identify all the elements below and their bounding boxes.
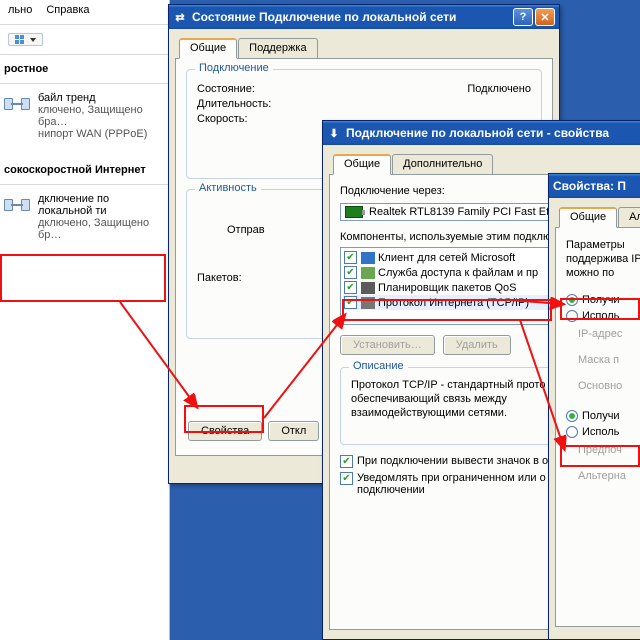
tcpip-properties-window: Свойства: П Общие Аль Параметры поддержи… [548, 173, 640, 640]
titlebar[interactable]: ⬇ Подключение по локальной сети - свойст… [323, 121, 640, 145]
tab-general[interactable]: Общие [559, 207, 617, 228]
group-description: Описание [349, 360, 408, 372]
radio-use-dns[interactable]: Исполь [566, 426, 640, 438]
label-alt-dns: Альтерна [578, 470, 640, 482]
radio-obtain-ip[interactable]: Получи [566, 294, 640, 306]
checkbox-notify[interactable]: ✔ [340, 472, 353, 485]
close-button[interactable]: ✕ [535, 8, 555, 26]
label-mask: Маска п [578, 354, 640, 366]
section-broadband: ростное [0, 59, 169, 79]
connection-name-lan[interactable]: дключение по локальной ти [38, 193, 161, 217]
checkbox-icon[interactable]: ✔ [344, 251, 357, 264]
radio-obtain-dns[interactable]: Получи [566, 410, 640, 422]
qos-icon [361, 282, 375, 294]
window-title: Подключение по локальной сети - свойства [346, 126, 609, 140]
label-speed: Скорость: [197, 113, 248, 125]
service-icon [361, 267, 375, 279]
window-title: Состояние Подключение по локальной сети [192, 10, 456, 24]
tab-general[interactable]: Общие [179, 38, 237, 59]
group-activity: Активность [195, 182, 261, 194]
help-button[interactable]: ? [513, 8, 533, 26]
tab-advanced[interactable]: Дополнительно [392, 154, 493, 175]
titlebar[interactable]: ⇄ Состояние Подключение по локальной сет… [169, 5, 559, 29]
connection-icon [4, 193, 30, 219]
label-pref-dns: Предпоч [578, 444, 640, 456]
checkbox-icon[interactable]: ✔ [344, 281, 357, 294]
value-state: Подключено [467, 83, 531, 95]
intro-text: Параметры поддержива IP можно по [566, 238, 640, 280]
label-packets: Пакетов: [197, 272, 242, 284]
menu-item-help[interactable]: Справка [46, 4, 89, 16]
label-duration: Длительность: [197, 98, 271, 110]
properties-button[interactable]: Свойства [188, 421, 262, 441]
adapter-name: Realtek RTL8139 Family PCI Fast Et [369, 206, 549, 218]
network-connections-panel: льно Справка ростное байл тренд ключено,… [0, 0, 170, 640]
connection-name[interactable]: байл тренд [38, 92, 161, 104]
checkbox-icon[interactable]: ✔ [344, 266, 357, 279]
label-tray: При подключении вывести значок в о [357, 455, 548, 467]
label-ip: IP-адрес [578, 328, 640, 340]
client-icon [361, 252, 375, 264]
radio-use-ip[interactable]: Исполь [566, 310, 640, 322]
tab-general[interactable]: Общие [333, 154, 391, 175]
tab-support[interactable]: Поддержка [238, 38, 317, 59]
protocol-icon [361, 297, 375, 309]
checkbox-icon[interactable]: ✔ [344, 296, 357, 309]
label-sent: Отправ [227, 224, 265, 236]
disconnect-button[interactable]: Откл [268, 421, 319, 441]
label-state: Состояние: [197, 83, 255, 95]
menu-item[interactable]: льно [8, 4, 32, 16]
label-gateway: Основно [578, 380, 640, 392]
window-icon: ⬇ [327, 126, 341, 140]
connection-status: ключено, Защищено бра… [38, 104, 161, 128]
remove-button[interactable]: Удалить [443, 335, 511, 355]
view-toolbar-button[interactable] [8, 33, 43, 46]
connection-device: нипорт WAN (PPPoE) [38, 128, 161, 140]
chevron-down-icon [30, 38, 36, 42]
install-button[interactable]: Установить… [340, 335, 435, 355]
connection-status: дключено, Защищено бр… [38, 217, 161, 241]
checkbox-tray[interactable]: ✔ [340, 455, 353, 468]
titlebar[interactable]: Свойства: П [549, 174, 640, 198]
tab-alternate[interactable]: Аль [618, 207, 640, 228]
grid-icon [15, 35, 24, 44]
group-connection: Подключение [195, 62, 273, 74]
window-icon: ⇄ [173, 10, 187, 24]
section-highspeed: сокоскоростной Интернет [0, 160, 169, 180]
nic-icon [345, 206, 363, 218]
window-title: Свойства: П [553, 179, 626, 193]
connection-icon [4, 92, 30, 118]
